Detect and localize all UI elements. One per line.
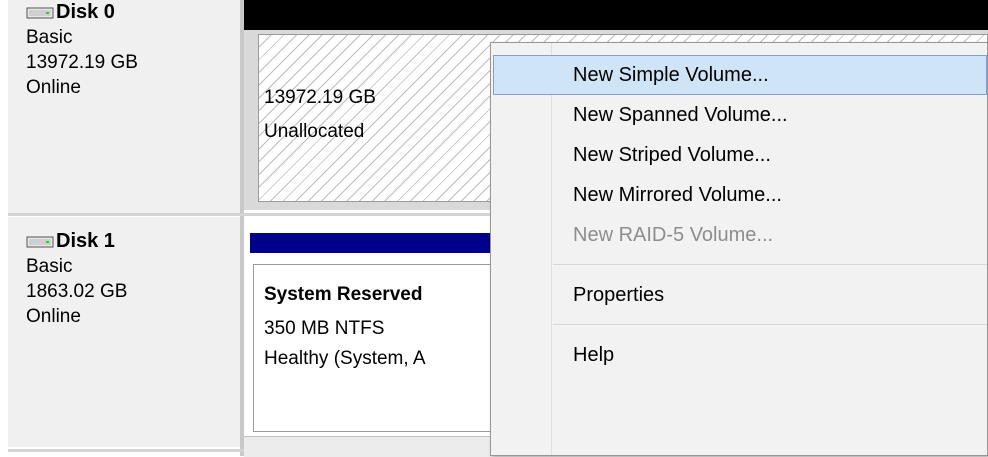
menu-item-properties[interactable]: Properties (493, 275, 987, 315)
partition-name: System Reserved (264, 284, 423, 305)
menu-item-new-raid5-volume: New RAID-5 Volume... (573, 224, 774, 246)
disk-1-status: Online (26, 306, 81, 327)
disk-1-name: Disk 1 (56, 230, 115, 252)
disk-0-title-row: Disk 0 (8, 0, 242, 25)
disk-1-title-row: Disk 1 (8, 229, 242, 254)
menu-item-help[interactable]: Help (493, 335, 987, 375)
disk-0-type: Basic (26, 27, 73, 48)
disk-0-name: Disk 0 (56, 1, 115, 23)
menu-separator (553, 264, 987, 265)
menu-separator (553, 324, 987, 325)
disk-0-info-panel[interactable]: Disk 0 Basic 13972.19 GB Online (8, 0, 242, 214)
menu-item-new-mirrored-volume[interactable]: New Mirrored Volume... (493, 175, 987, 215)
disk-management-view: Disk 0 Basic 13972.19 GB Online Disk 1 B… (0, 0, 988, 457)
unallocated-size: 13972.19 GB (264, 87, 376, 108)
hard-disk-icon (26, 6, 54, 20)
partition-filesystem: 350 MB NTFS (264, 318, 385, 339)
partition-health: Healthy (System, A (264, 348, 426, 369)
disk-0-status: Online (26, 77, 81, 98)
disk-0-size: 13972.19 GB (26, 52, 138, 73)
context-menu: New Simple Volume... New Spanned Volume.… (490, 42, 988, 456)
hard-disk-icon (26, 235, 54, 249)
disk-0-partition-header-bar (244, 0, 988, 30)
disk-1-type: Basic (26, 256, 73, 277)
menu-item-new-simple-volume[interactable]: New Simple Volume... (493, 55, 987, 95)
menu-item-new-spanned-volume[interactable]: New Spanned Volume... (493, 95, 987, 135)
unallocated-label: Unallocated (264, 121, 365, 142)
menu-item-new-striped-volume[interactable]: New Striped Volume... (493, 135, 987, 175)
disk-1-info-panel[interactable]: Disk 1 Basic 1863.02 GB Online (8, 217, 242, 447)
disk-1-size: 1863.02 GB (26, 281, 128, 302)
